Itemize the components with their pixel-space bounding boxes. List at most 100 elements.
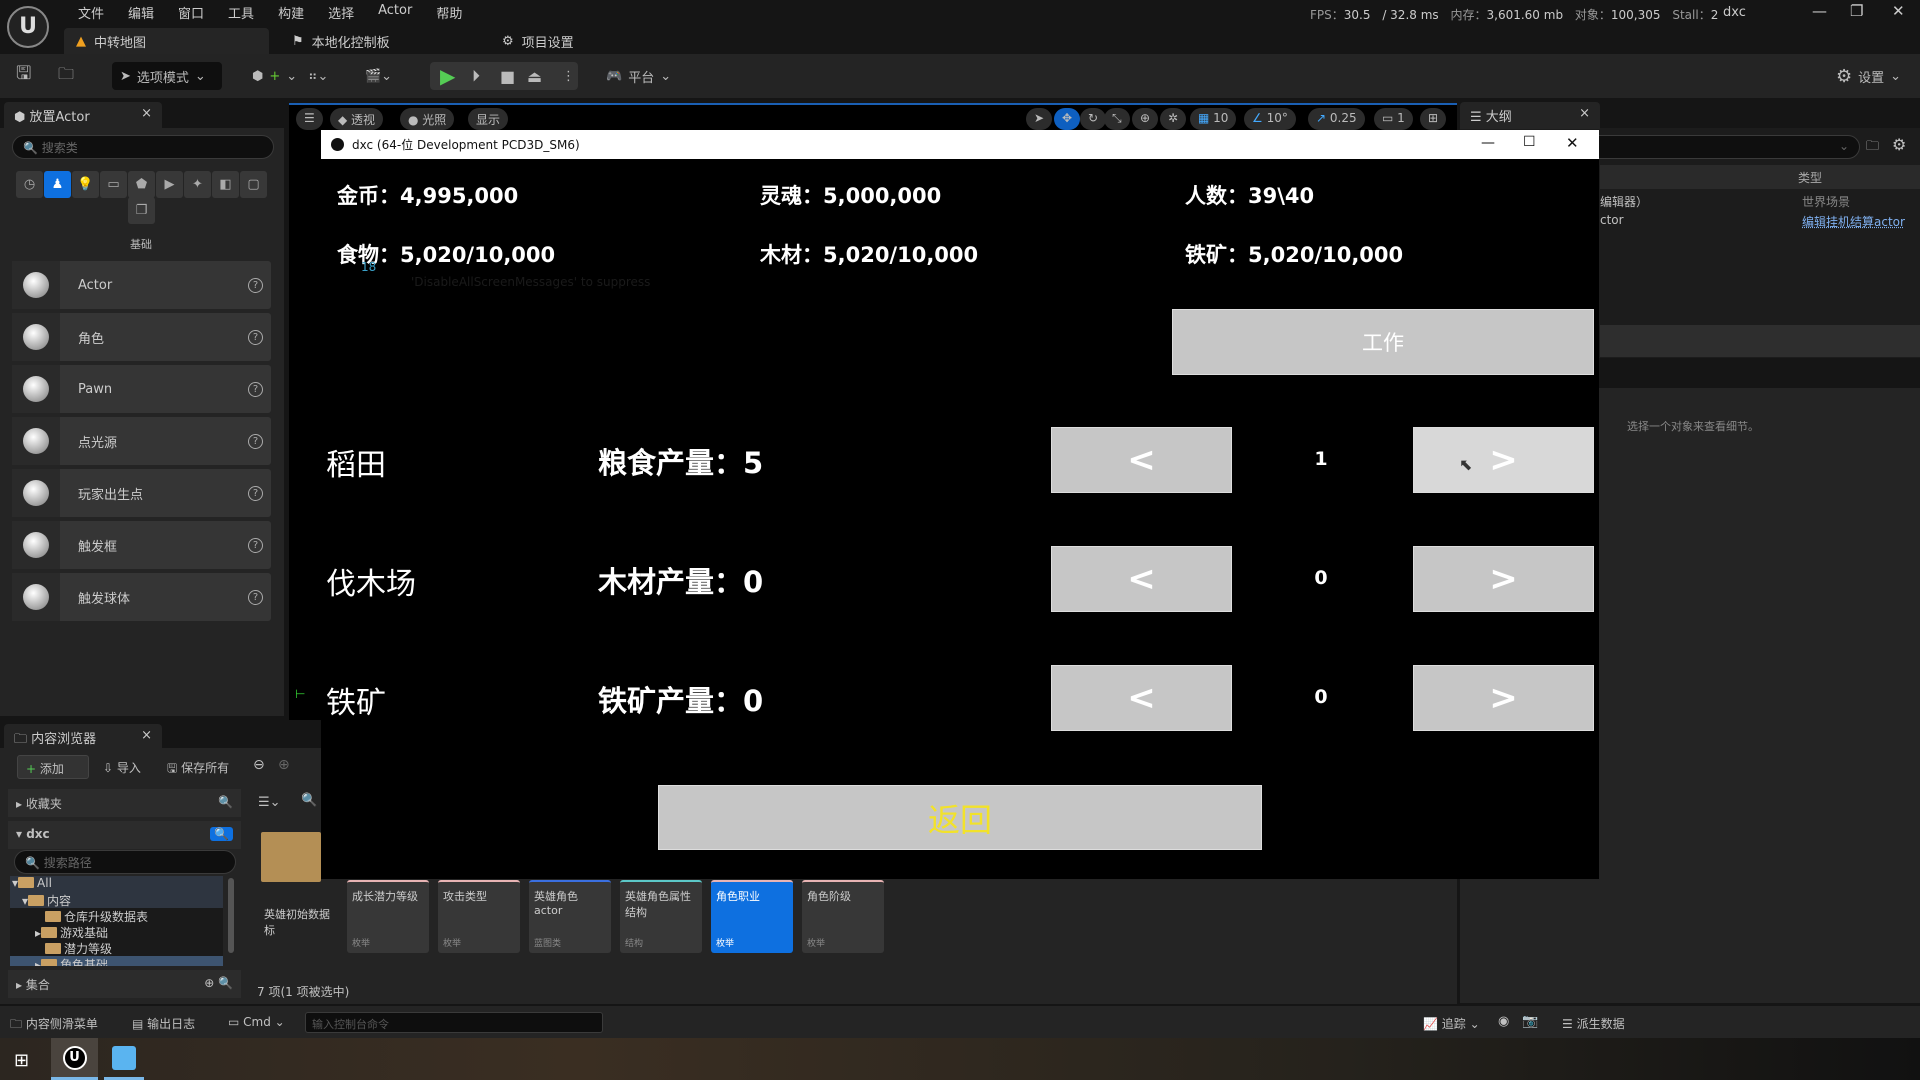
taskbar-unreal-icon[interactable]: U	[51, 1038, 98, 1080]
select-tool-icon[interactable]: ➤	[1026, 108, 1053, 130]
actor-item-actor[interactable]: Actor?	[12, 261, 271, 309]
tree-item[interactable]: 潜力等级	[10, 940, 223, 956]
asset-folder-label[interactable]: 英雄初始数据标	[264, 906, 340, 938]
move-tool-icon[interactable]: ✥	[1054, 108, 1081, 130]
tree-item-content[interactable]: ▾ 内容	[10, 892, 223, 908]
help-icon[interactable]: ?	[248, 433, 263, 449]
scale-snap-button[interactable]: ↗ 0.25	[1308, 108, 1365, 130]
close-icon[interactable]: ×	[141, 728, 152, 743]
visual-effects-icon[interactable]: ⬟	[128, 171, 155, 198]
menu-file[interactable]: 文件	[66, 3, 116, 22]
dxc-section[interactable]: ▾ dxc 🔍	[8, 821, 241, 849]
actor-item-trigger-box[interactable]: 触发框?	[12, 521, 271, 569]
lighting-button[interactable]: ● 光照	[400, 108, 455, 130]
menu-build[interactable]: 构建	[266, 3, 316, 22]
outliner-search[interactable]: ⌄	[1560, 135, 1860, 159]
mode-dropdown[interactable]: ➤ 选项模式 ⌄	[112, 62, 222, 90]
viewport-menu-icon[interactable]: ☰	[296, 108, 323, 130]
play-icon[interactable]: ▶	[440, 62, 455, 90]
filter-icon[interactable]: ☰⌄	[258, 795, 281, 810]
outliner-row-name[interactable]: 编辑器）	[1600, 193, 1648, 210]
content-drawer-button[interactable]: 🗀 内容侧滑菜单	[10, 1015, 98, 1036]
lumber-decrease-button[interactable]: <	[1051, 546, 1232, 612]
menu-help[interactable]: 帮助	[424, 3, 474, 22]
rotate-tool-icon[interactable]: ↻	[1080, 108, 1107, 130]
asset-tile-selected[interactable]: 角色职业 枚举	[711, 880, 793, 953]
menu-window[interactable]: 窗口	[166, 3, 216, 22]
add-actor-icon[interactable]: ⬢ + ⌄	[252, 62, 297, 90]
gear-icon[interactable]: ⚙	[1892, 135, 1906, 154]
back-icon[interactable]: ⊖	[253, 757, 265, 773]
actor-item-point-light[interactable]: 点光源?	[12, 417, 271, 465]
blueprint-icon[interactable]: ⠶⌄	[308, 62, 328, 90]
lumber-increase-button[interactable]: >	[1413, 546, 1594, 612]
add-folder-icon[interactable]: 🗀	[1866, 137, 1879, 159]
maximize-icon[interactable]: ☐	[1523, 134, 1536, 150]
platform-dropdown[interactable]: 🎮 平台 ⌄	[606, 62, 671, 90]
perspective-button[interactable]: ◆ 透视	[330, 108, 384, 130]
content-browser-tab[interactable]: 🗀 内容浏览器 ×	[4, 724, 162, 756]
surface-snap-icon[interactable]: ✲	[1160, 108, 1187, 130]
class-search-input[interactable]: 🔍 搜索类	[12, 135, 274, 159]
minimize-icon[interactable]: —	[1481, 135, 1495, 151]
place-actor-tab[interactable]: ⬢ 放置Actor ×	[4, 102, 162, 129]
more-icon[interactable]: ⋮	[562, 62, 575, 90]
collections-section[interactable]: ▸ 集合 ⊕ 🔍	[8, 970, 241, 998]
paddy-increase-button[interactable]: >	[1413, 427, 1594, 493]
derived-data-button[interactable]: ☰ 派生数据	[1562, 1015, 1625, 1032]
settings-dropdown[interactable]: ⚙ 设置 ⌄	[1836, 62, 1901, 90]
save-all-button[interactable]: 🖫 保存所有	[167, 759, 229, 780]
back-button[interactable]: 返回	[658, 785, 1262, 850]
forward-icon[interactable]: ⊕	[278, 757, 290, 773]
type-column-header[interactable]: 类型	[1798, 169, 1822, 186]
help-icon[interactable]: ?	[248, 485, 263, 501]
outliner-tab[interactable]: ☰ 大纲 ×	[1460, 102, 1600, 129]
menu-edit[interactable]: 编辑	[116, 3, 166, 22]
world-space-icon[interactable]: ⊕	[1132, 108, 1159, 130]
tree-item-all[interactable]: ▾ All	[10, 876, 223, 892]
angle-snap-button[interactable]: ∠ 10°	[1244, 108, 1296, 130]
asset-tile[interactable]: 攻击类型 枚举	[438, 880, 520, 953]
recent-icon[interactable]: ◷	[16, 171, 43, 198]
search-icon[interactable]: 🔍	[210, 827, 233, 841]
close-icon[interactable]: ×	[141, 106, 152, 121]
eject-icon[interactable]: ⏏	[527, 62, 542, 90]
menu-select[interactable]: 选择	[316, 3, 366, 22]
tree-scrollbar[interactable]	[228, 878, 234, 953]
import-button[interactable]: ⇩ 导入	[103, 759, 141, 776]
search-icon[interactable]: ⊕ 🔍	[204, 976, 233, 990]
path-search-input[interactable]: 🔍 搜索路径	[14, 850, 236, 874]
close-icon[interactable]: ×	[1579, 106, 1590, 121]
favorites-section[interactable]: ▸ 收藏夹 🔍	[8, 789, 241, 817]
paddy-decrease-button[interactable]: <	[1051, 427, 1232, 493]
help-icon[interactable]: ?	[248, 381, 263, 397]
grid-snap-button[interactable]: ▦ 10	[1190, 108, 1237, 130]
actor-item-player-start[interactable]: 玩家出生点?	[12, 469, 271, 517]
help-icon[interactable]: ?	[248, 329, 263, 345]
tab-transfer-map[interactable]: ▲ 中转地图	[64, 28, 269, 54]
actor-item-character[interactable]: 角色?	[12, 313, 271, 361]
close-icon[interactable]: ✕	[1892, 2, 1905, 20]
trace-record-icon[interactable]: ◉	[1498, 1014, 1509, 1029]
screenshot-icon[interactable]: 📷	[1522, 1014, 1538, 1029]
scale-tool-icon[interactable]: ⤡	[1104, 108, 1130, 130]
actor-item-pawn[interactable]: Pawn?	[12, 365, 271, 413]
stop-icon[interactable]: ■	[500, 62, 515, 90]
folder-icon[interactable]	[261, 832, 321, 882]
minimize-icon[interactable]: —	[1812, 2, 1827, 20]
tab-localization[interactable]: ⚑ 本地化控制板	[280, 28, 402, 54]
trace-dropdown[interactable]: 📈 追踪 ⌄	[1423, 1015, 1480, 1032]
basic-category-icon[interactable]: ♟	[44, 171, 71, 198]
work-button[interactable]: 工作	[1172, 309, 1594, 375]
outliner-row-name[interactable]: ctor	[1600, 213, 1624, 227]
tree-item[interactable]: ▸ 游戏基础	[10, 924, 223, 940]
iron-decrease-button[interactable]: <	[1051, 665, 1232, 731]
asset-search-icon[interactable]: 🔍	[301, 793, 317, 808]
step-icon[interactable]: ⏵	[472, 62, 480, 90]
save-icon[interactable]: 🖫	[16, 62, 31, 90]
restore-icon[interactable]: ❐	[1850, 2, 1863, 20]
cinematic-icon[interactable]: ▭	[100, 171, 127, 198]
camera-speed-button[interactable]: ▭ 1	[1374, 108, 1413, 130]
asset-tile[interactable]: 成长潜力等级 枚举	[347, 880, 429, 953]
console-command-input[interactable]: 输入控制台命令	[305, 1012, 603, 1033]
